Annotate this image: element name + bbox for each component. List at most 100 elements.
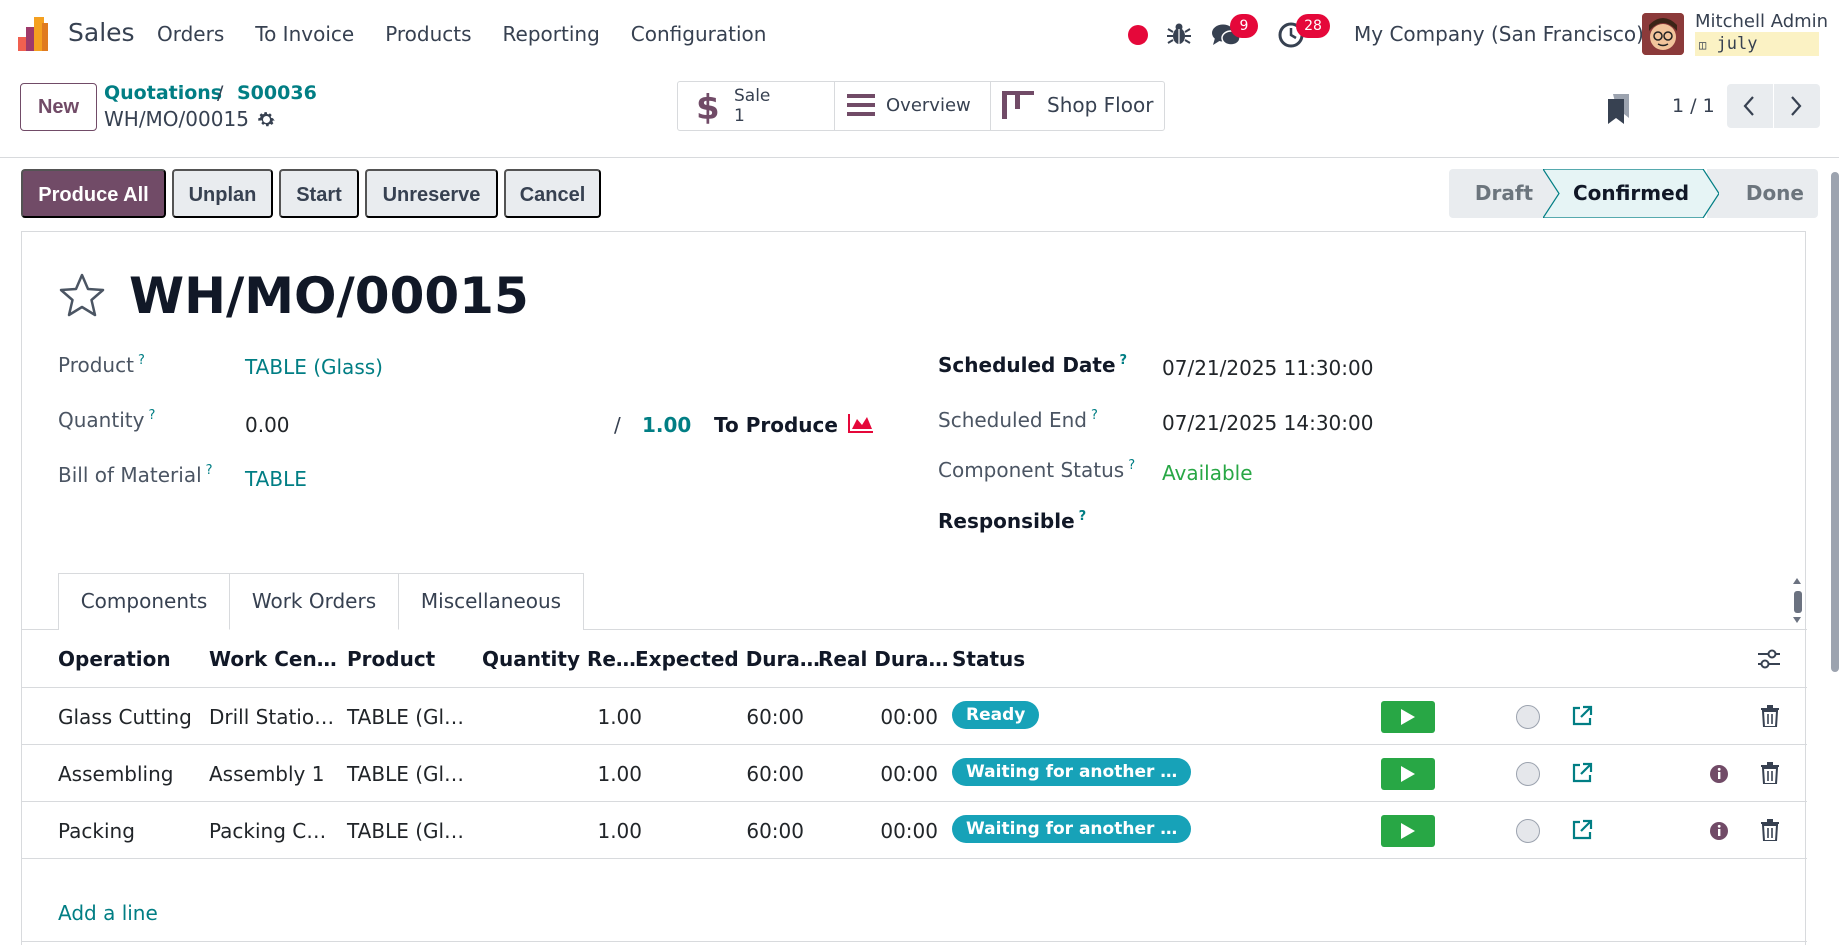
cancel-button[interactable]: Cancel xyxy=(504,169,601,218)
bookmark-icon[interactable] xyxy=(1607,94,1631,124)
scheduled-date-field[interactable]: 07/21/2025 11:30:00 xyxy=(1162,356,1373,380)
pager-next-button[interactable] xyxy=(1774,84,1820,128)
trash-icon[interactable] xyxy=(1761,705,1779,727)
user-name[interactable]: Mitchell Admin xyxy=(1695,11,1828,32)
bom-field[interactable]: TABLE xyxy=(245,467,307,491)
tab-work-orders[interactable]: Work Orders xyxy=(229,573,399,630)
column-real-duration[interactable]: Real Dura… xyxy=(818,647,948,671)
quantity-cell[interactable]: 1.00 xyxy=(542,819,642,843)
sales-app-icon[interactable] xyxy=(18,17,56,51)
scroll-down-arrow-icon[interactable] xyxy=(1792,616,1802,624)
pager-value[interactable]: 1 / 1 xyxy=(1672,95,1715,117)
area-chart-icon[interactable] xyxy=(848,413,874,433)
help-icon[interactable]: ? xyxy=(148,408,155,423)
column-work-center[interactable]: Work Cen… xyxy=(209,647,337,671)
operation-cell[interactable]: Assembling xyxy=(58,762,174,786)
real-duration-cell[interactable]: 00:00 xyxy=(832,819,938,843)
produce-all-button[interactable]: Produce All xyxy=(21,169,166,218)
breadcrumb-quotations[interactable]: Quotations xyxy=(104,82,222,104)
start-button[interactable]: Start xyxy=(279,169,359,218)
new-button[interactable]: New xyxy=(20,83,97,131)
work-center-cell[interactable]: Assembly 1 xyxy=(209,762,324,786)
work-center-cell[interactable]: Packing C… xyxy=(209,819,326,843)
column-status[interactable]: Status xyxy=(952,647,1025,671)
help-icon[interactable]: ? xyxy=(1120,353,1128,368)
external-link-icon[interactable] xyxy=(1570,704,1594,728)
expected-duration-cell[interactable]: 60:00 xyxy=(702,705,804,729)
column-product[interactable]: Product xyxy=(347,647,435,671)
done-checkbox[interactable] xyxy=(1516,705,1540,729)
add-line-link[interactable]: Add a line xyxy=(58,901,158,925)
shop-floor-smart-button[interactable]: Shop Floor xyxy=(991,82,1164,130)
real-duration-cell[interactable]: 00:00 xyxy=(832,762,938,786)
quantity-cell[interactable]: 1.00 xyxy=(542,762,642,786)
help-icon[interactable]: ? xyxy=(1091,408,1098,423)
quantity-field[interactable]: 0.00 xyxy=(245,413,290,437)
sale-smart-button[interactable]: $ Sale 1 xyxy=(678,82,835,130)
scheduled-end-field[interactable]: 07/21/2025 14:30:00 xyxy=(1162,411,1373,435)
column-quantity-remaining[interactable]: Quantity Re… xyxy=(482,647,636,671)
product-cell[interactable]: TABLE (Gl… xyxy=(347,705,464,729)
quantity-cell[interactable]: 1.00 xyxy=(542,705,642,729)
external-link-icon[interactable] xyxy=(1570,818,1594,842)
quantity-separator: / xyxy=(614,413,621,437)
page-scrollbar[interactable] xyxy=(1831,172,1839,672)
product-label: Product? xyxy=(58,353,145,377)
info-icon[interactable] xyxy=(1708,820,1730,842)
product-cell[interactable]: TABLE (Gl… xyxy=(347,819,464,843)
table-row[interactable]: Glass Cutting Drill Statio… TABLE (Gl… 1… xyxy=(22,689,1807,745)
done-checkbox[interactable] xyxy=(1516,762,1540,786)
recording-dot-icon[interactable] xyxy=(1128,25,1148,45)
tab-components[interactable]: Components xyxy=(58,573,229,630)
user-avatar[interactable] xyxy=(1642,13,1684,55)
menu-reporting[interactable]: Reporting xyxy=(503,22,600,46)
product-cell[interactable]: TABLE (Gl… xyxy=(347,762,464,786)
help-icon[interactable]: ? xyxy=(138,353,145,368)
table-row[interactable]: Packing Packing C… TABLE (Gl… 1.00 60:00… xyxy=(22,803,1807,859)
unreserve-button[interactable]: Unreserve xyxy=(365,169,498,218)
column-operation[interactable]: Operation xyxy=(58,647,171,671)
expected-duration-cell[interactable]: 60:00 xyxy=(702,819,804,843)
work-center-cell[interactable]: Drill Statio… xyxy=(209,705,334,729)
smart-buttons: $ Sale 1 Overview Shop Floor xyxy=(677,81,1165,131)
done-checkbox[interactable] xyxy=(1516,819,1540,843)
start-work-order-button[interactable] xyxy=(1381,815,1435,847)
gear-icon[interactable] xyxy=(256,109,277,130)
menu-orders[interactable]: Orders xyxy=(157,22,224,46)
optional-columns-icon[interactable] xyxy=(1757,648,1781,670)
menu-to-invoice[interactable]: To Invoice xyxy=(255,22,354,46)
unplan-button[interactable]: Unplan xyxy=(172,169,273,218)
breadcrumb-order[interactable]: S00036 xyxy=(237,82,317,104)
shop-floor-label: Shop Floor xyxy=(1047,93,1154,117)
trash-icon[interactable] xyxy=(1761,762,1779,784)
tabs-scrollbar-thumb[interactable] xyxy=(1794,591,1802,613)
star-icon[interactable] xyxy=(58,272,106,318)
product-field[interactable]: TABLE (Glass) xyxy=(245,355,383,379)
help-icon[interactable]: ? xyxy=(1128,458,1135,473)
menu-configuration[interactable]: Configuration xyxy=(631,22,767,46)
info-icon[interactable] xyxy=(1708,763,1730,785)
operation-cell[interactable]: Packing xyxy=(58,819,135,843)
overview-smart-button[interactable]: Overview xyxy=(835,82,991,130)
scroll-up-arrow-icon[interactable] xyxy=(1792,577,1802,585)
help-icon[interactable]: ? xyxy=(206,463,213,478)
column-expected-duration[interactable]: Expected Dura… xyxy=(635,647,820,671)
expected-duration-cell[interactable]: 60:00 xyxy=(702,762,804,786)
start-work-order-button[interactable] xyxy=(1381,758,1435,790)
table-row[interactable]: Assembling Assembly 1 TABLE (Gl… 1.00 60… xyxy=(22,746,1807,802)
stage-confirmed[interactable]: Confirmed xyxy=(1543,169,1719,218)
menu-products[interactable]: Products xyxy=(385,22,471,46)
help-icon[interactable]: ? xyxy=(1079,509,1087,524)
quantity-to-produce-field[interactable]: 1.00 xyxy=(642,413,691,437)
pager-previous-button[interactable] xyxy=(1727,84,1773,128)
app-name[interactable]: Sales xyxy=(68,18,135,47)
trash-icon[interactable] xyxy=(1761,819,1779,841)
tab-miscellaneous[interactable]: Miscellaneous xyxy=(399,573,584,630)
debug-bug-icon[interactable] xyxy=(1166,21,1192,47)
stage-done[interactable]: Done xyxy=(1707,169,1818,218)
operation-cell[interactable]: Glass Cutting xyxy=(58,705,192,729)
company-switcher[interactable]: My Company (San Francisco) xyxy=(1354,22,1644,46)
real-duration-cell[interactable]: 00:00 xyxy=(832,705,938,729)
external-link-icon[interactable] xyxy=(1570,761,1594,785)
start-work-order-button[interactable] xyxy=(1381,701,1435,733)
